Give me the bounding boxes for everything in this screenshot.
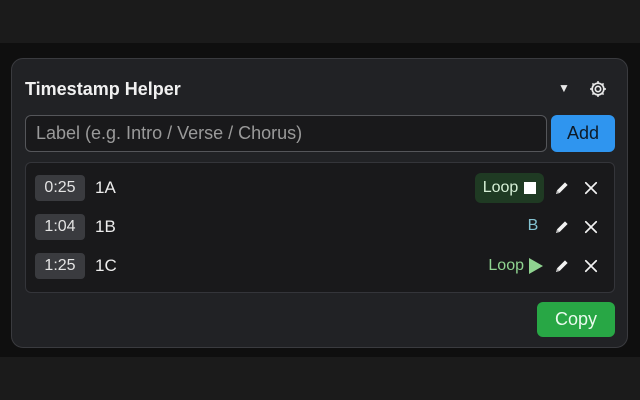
list-item: 0:25 1A Loop <box>26 173 614 203</box>
pencil-icon[interactable] <box>553 218 571 236</box>
play-icon <box>529 258 543 274</box>
loop-play-button[interactable]: Loop <box>473 251 543 281</box>
timestamp-list: 0:25 1A Loop 1:04 1B B 1:25 1C Loop <box>25 162 615 293</box>
caret-down-icon[interactable]: ▼ <box>558 81 570 95</box>
loop-stop-button[interactable]: Loop <box>475 173 544 203</box>
timestamp-badge[interactable]: 0:25 <box>35 175 85 201</box>
close-icon[interactable] <box>582 218 600 236</box>
label-input[interactable] <box>25 115 547 152</box>
loop-label: Loop <box>482 179 519 196</box>
pencil-icon[interactable] <box>553 179 571 197</box>
stop-icon <box>524 182 537 194</box>
timestamp-helper-panel: Timestamp Helper ▼ Add 0:25 1A Loop <box>11 58 628 348</box>
close-icon[interactable] <box>582 257 600 275</box>
add-button[interactable]: Add <box>551 115 615 152</box>
timestamp-badge[interactable]: 1:25 <box>35 253 85 279</box>
panel-title: Timestamp Helper <box>25 79 181 99</box>
timestamp-label: 1C <box>95 256 117 275</box>
pencil-icon[interactable] <box>553 257 571 275</box>
list-item: 1:04 1B B <box>26 212 614 242</box>
gear-icon[interactable] <box>588 79 608 99</box>
timestamp-label: 1A <box>95 178 116 197</box>
copy-button[interactable]: Copy <box>537 302 615 337</box>
loop-label: Loop <box>488 257 524 274</box>
close-icon[interactable] <box>582 179 600 197</box>
set-b-point-button[interactable]: B <box>521 217 545 235</box>
timestamp-label: 1B <box>95 217 116 236</box>
list-item: 1:25 1C Loop <box>26 251 614 281</box>
timestamp-badge[interactable]: 1:04 <box>35 214 85 240</box>
